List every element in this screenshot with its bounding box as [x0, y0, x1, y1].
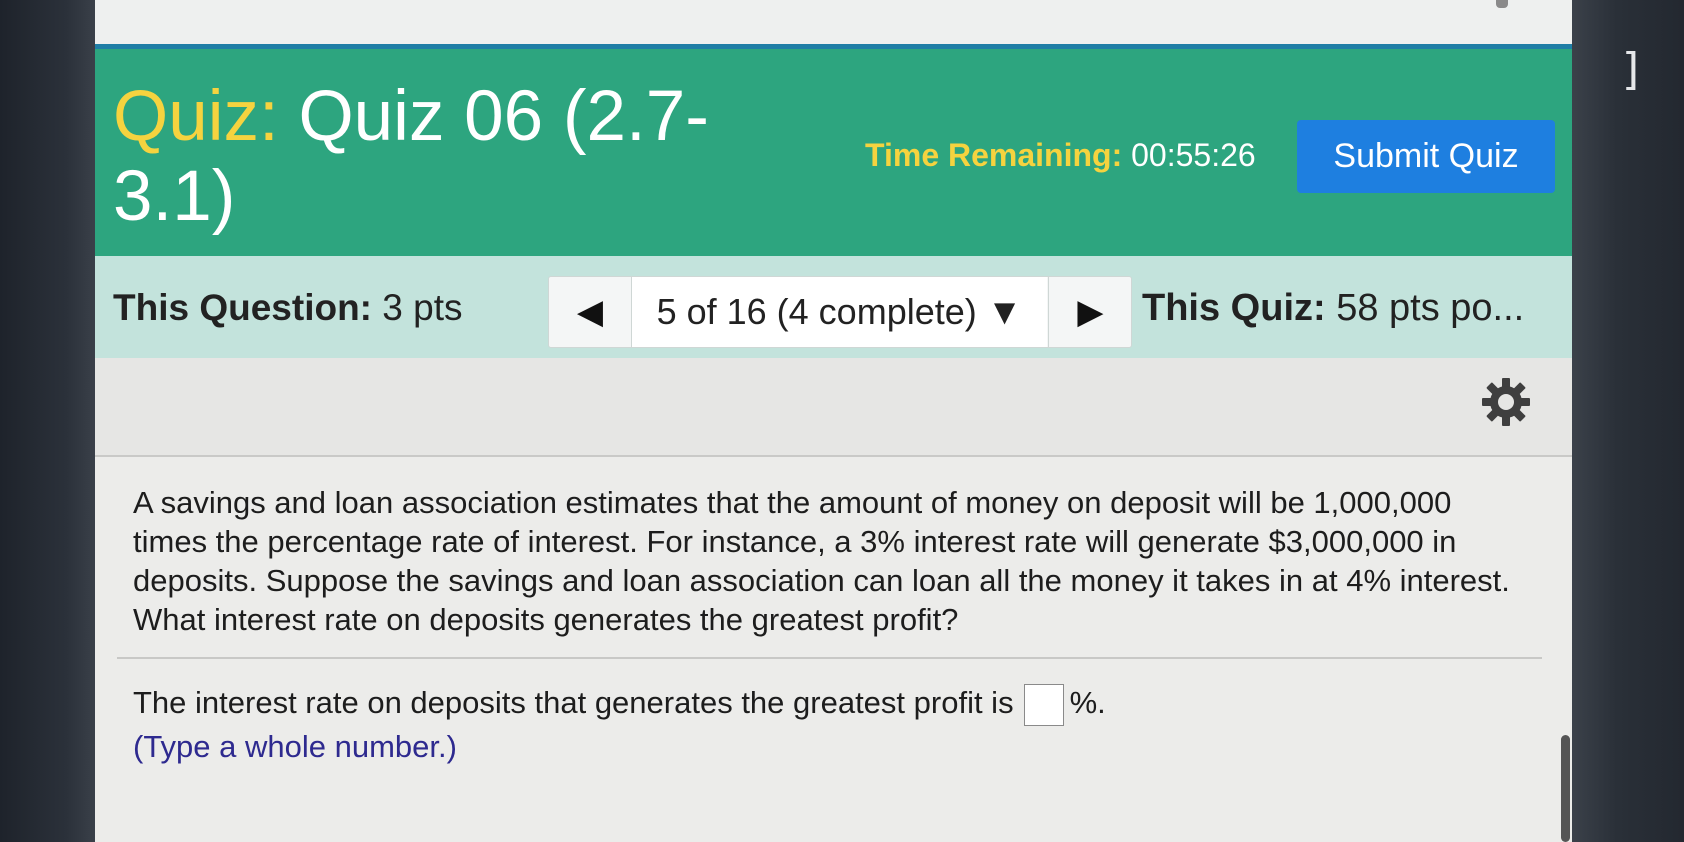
this-question-points: This Question: 3 pts — [113, 287, 463, 329]
submit-quiz-button[interactable]: Submit Quiz — [1297, 120, 1555, 193]
question-text: A savings and loan association estimates… — [133, 485, 1510, 637]
triangle-right-icon: ▶ — [1077, 293, 1104, 331]
question-navigator: ◀ 5 of 16 (4 complete) ▼ ▶ — [548, 276, 1132, 348]
time-remaining-label: Time Remaining: — [865, 137, 1123, 173]
question-navbar: This Question: 3 pts ◀ 5 of 16 (4 comple… — [95, 256, 1572, 358]
this-question-value: 3 pts — [382, 287, 463, 328]
question-content: A savings and loan association estimates… — [95, 457, 1572, 842]
this-quiz-points: This Quiz: 58 pts po... — [1142, 287, 1524, 330]
top-strip-marker — [1496, 0, 1508, 8]
triangle-left-icon: ◀ — [576, 293, 604, 331]
question-tools-bar — [95, 358, 1572, 457]
gear-icon[interactable] — [1480, 376, 1532, 428]
previous-question-button[interactable]: ◀ — [549, 277, 632, 347]
divider — [117, 657, 1542, 659]
question-position-text: 5 of 16 (4 complete) — [656, 291, 977, 332]
triangle-down-icon: ▼ — [986, 291, 1023, 332]
answer-suffix: %. — [1069, 685, 1106, 720]
device-bezel-left — [0, 0, 95, 842]
time-remaining-value: 00:55:26 — [1131, 137, 1256, 173]
top-strip — [95, 0, 1572, 49]
answer-prefix: The interest rate on deposits that gener… — [133, 685, 1014, 720]
answer-line: The interest rate on deposits that gener… — [133, 683, 1106, 726]
this-quiz-value: 58 pts po... — [1336, 287, 1525, 329]
quiz-title-prefix: Quiz: — [113, 77, 279, 156]
this-quiz-label: This Quiz: — [1142, 287, 1326, 329]
scrollbar[interactable] — [1561, 735, 1570, 842]
answer-hint: (Type a whole number.) — [133, 729, 457, 764]
answer-input[interactable] — [1023, 683, 1064, 726]
quiz-header: Quiz: Quiz 06 (2.7-3.1) Time Remaining: … — [95, 49, 1572, 256]
device-bezel-right: ] — [1572, 0, 1684, 842]
bracket-icon: ] — [1622, 44, 1640, 95]
next-question-button[interactable]: ▶ — [1048, 277, 1132, 347]
quiz-title: Quiz: Quiz 06 (2.7-3.1) — [113, 77, 793, 237]
question-position-dropdown[interactable]: 5 of 16 (4 complete) ▼ — [632, 277, 1047, 347]
quiz-screen: Quiz: Quiz 06 (2.7-3.1) Time Remaining: … — [95, 0, 1572, 842]
time-remaining: Time Remaining: 00:55:26 — [865, 137, 1256, 174]
this-question-label: This Question: — [113, 287, 372, 328]
